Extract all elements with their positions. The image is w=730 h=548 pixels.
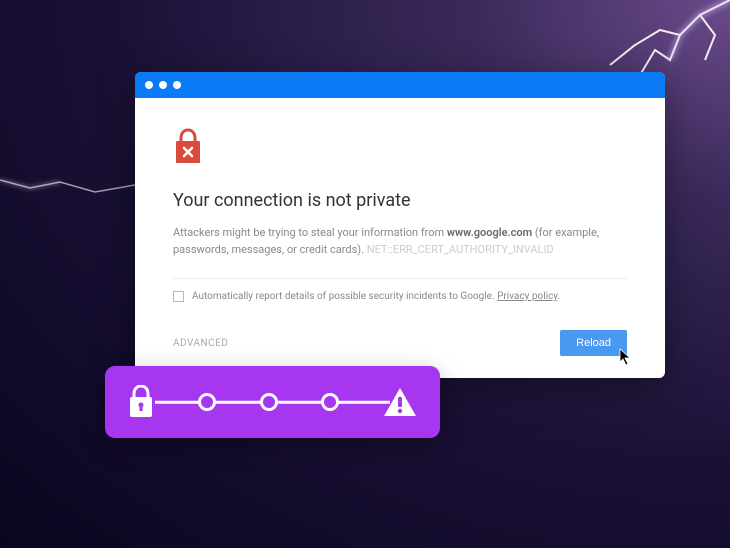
error-body-prefix: Attackers might be trying to steal your … bbox=[173, 226, 447, 239]
minimize-window-button[interactable] bbox=[159, 81, 167, 89]
warning-triangle-icon bbox=[382, 386, 418, 418]
error-page-content: Your connection is not private Attackers… bbox=[135, 98, 665, 378]
reload-button[interactable]: Reload bbox=[560, 330, 627, 356]
auto-report-checkbox[interactable] bbox=[173, 291, 184, 302]
auto-report-row: Automatically report details of possible… bbox=[173, 291, 627, 302]
advanced-button[interactable]: ADVANCED bbox=[173, 338, 228, 349]
lightning-decoration-left bbox=[0, 170, 140, 210]
titlebar bbox=[135, 72, 665, 98]
connection-path-banner bbox=[105, 366, 440, 438]
secure-lock-icon bbox=[127, 385, 155, 419]
error-heading: Your connection is not private bbox=[173, 190, 627, 211]
privacy-policy-link[interactable]: Privacy policy bbox=[497, 291, 557, 302]
path-node bbox=[198, 393, 216, 411]
buttons-row: ADVANCED Reload bbox=[173, 330, 627, 356]
path-node bbox=[321, 393, 339, 411]
error-code: NET::ERR_CERT_AUTHORITY_INVALID bbox=[367, 243, 554, 256]
divider bbox=[173, 278, 627, 279]
insecure-lock-icon bbox=[173, 128, 203, 164]
auto-report-label: Automatically report details of possible… bbox=[192, 291, 560, 302]
path-node bbox=[260, 393, 278, 411]
cursor-icon bbox=[619, 348, 633, 366]
browser-window: Your connection is not private Attackers… bbox=[135, 72, 665, 378]
error-domain: www.google.com bbox=[447, 226, 532, 239]
close-window-button[interactable] bbox=[145, 81, 153, 89]
maximize-window-button[interactable] bbox=[173, 81, 181, 89]
error-description: Attackers might be trying to steal your … bbox=[173, 225, 627, 258]
